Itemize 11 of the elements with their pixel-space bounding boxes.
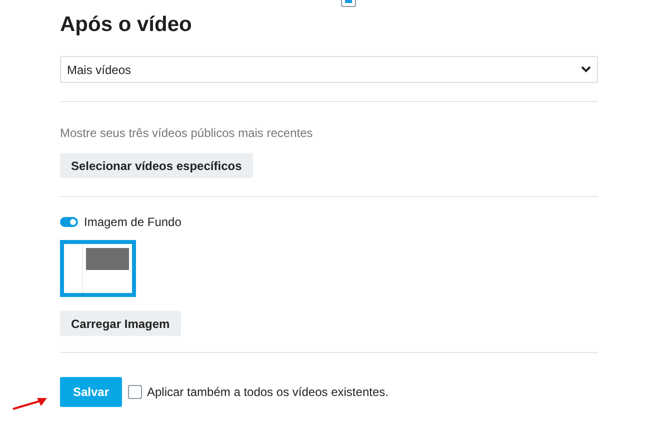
toggle-label: Imagem de Fundo [84,215,182,229]
arrow-icon [12,397,48,411]
section-title: Após o vídeo [60,13,192,37]
chevron-down-icon [581,66,591,73]
select-videos-button[interactable]: Selecionar vídeos específicos [60,153,253,178]
toggle-switch[interactable] [60,217,78,227]
dropdown-select[interactable]: Mais vídeos [60,56,598,83]
checkbox[interactable] [128,385,142,399]
checkbox-label: Aplicar também a todos os vídeos existentes. [147,385,388,399]
upload-image-button[interactable]: Carregar Imagem [60,311,181,336]
description-text: Mostre seus três vídeos públicos mais recentes [60,126,314,140]
